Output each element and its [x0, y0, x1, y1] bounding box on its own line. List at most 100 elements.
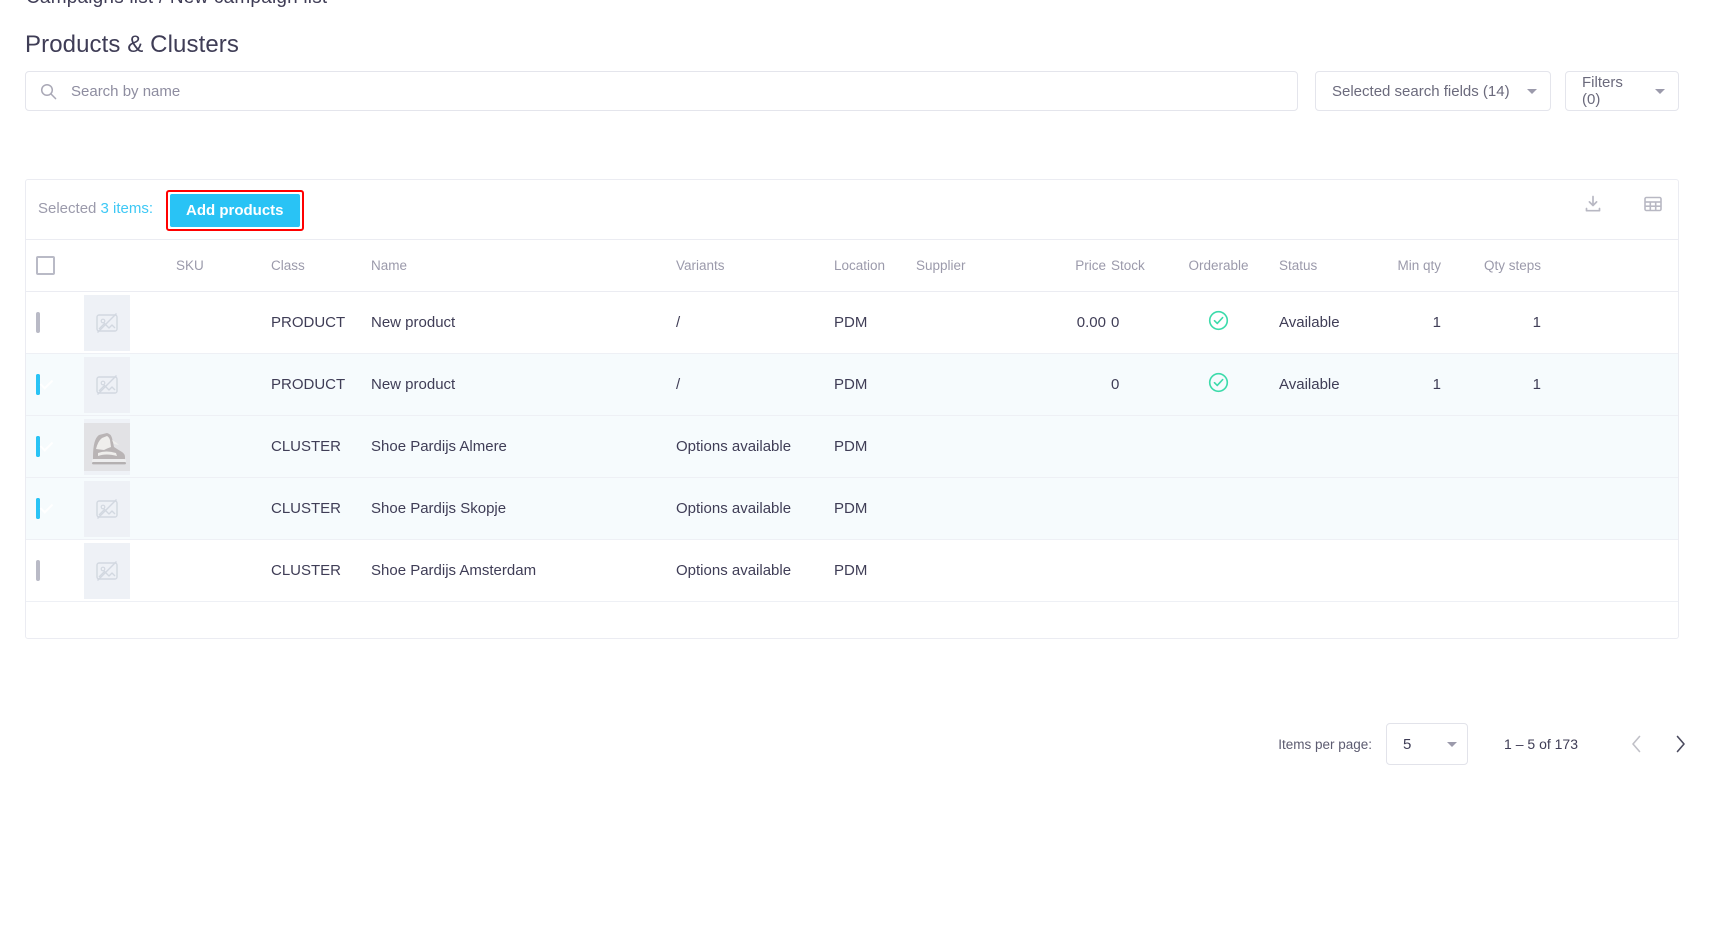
row-thumbnail-cell	[84, 540, 140, 601]
cell-status: Available	[1279, 314, 1340, 331]
next-page-button[interactable]	[1658, 722, 1702, 766]
row-checkbox-cell	[36, 416, 80, 477]
cell-min-qty: 1	[1432, 314, 1441, 331]
row-select-checkbox[interactable]	[36, 436, 40, 457]
content-sheet: Products & Clusters Selected search fiel…	[0, 9, 1728, 926]
cell-status	[1279, 478, 1389, 539]
row-checkbox-wrap	[36, 312, 40, 333]
cell-sku	[176, 416, 266, 477]
cell-class: PRODUCT	[271, 376, 346, 393]
search-box[interactable]	[25, 71, 1298, 111]
cell-price: 0.00	[1076, 314, 1106, 331]
table-row[interactable]: PRODUCT New product / PDM 0.00 0 Available 1 1	[26, 292, 1678, 354]
row-select-checkbox[interactable]	[36, 312, 40, 333]
cell-location: PDM	[834, 438, 868, 455]
cell-status	[1279, 540, 1389, 601]
cell-stock	[1111, 540, 1171, 601]
column-header-stock[interactable]: Stock	[1111, 240, 1171, 291]
column-header-orderable[interactable]: Orderable	[1181, 240, 1256, 291]
column-header-name[interactable]: Name	[371, 240, 671, 291]
column-header-min-qty[interactable]: Min qty	[1381, 240, 1441, 291]
cell-name[interactable]: New product	[371, 292, 671, 353]
search-input[interactable]	[69, 81, 1283, 101]
selection-prefix: Selected	[38, 200, 97, 217]
column-header-price[interactable]: Price	[986, 240, 1106, 291]
row-thumbnail-cell	[84, 478, 140, 539]
cell-orderable	[1181, 292, 1256, 353]
row-thumbnail-cell	[84, 416, 140, 477]
cell-class: CLUSTER	[271, 500, 342, 517]
select-all-checkbox[interactable]	[36, 256, 55, 275]
table-row[interactable]: CLUSTER Shoe Pardijs Amsterdam Options ava…	[26, 540, 1678, 602]
cell-orderable	[1181, 354, 1256, 415]
select-all-checkbox-cell	[36, 240, 80, 291]
table-row[interactable]: CLUSTER Shoe Pardijs Almere Options availa…	[26, 416, 1678, 478]
cell-variants: /	[676, 376, 681, 393]
cell-qty-steps: 1	[1532, 376, 1541, 393]
cell-qty-steps	[1466, 478, 1541, 539]
chevron-down-icon	[1655, 88, 1665, 94]
row-checkbox-wrap	[36, 436, 40, 457]
page-title: Products & Clusters	[25, 31, 239, 58]
cell-stock: 0	[1111, 376, 1120, 393]
cell-qty-steps: 1	[1532, 314, 1541, 331]
filters-dropdown[interactable]: Filters (0)	[1565, 71, 1679, 111]
table-row[interactable]: PRODUCT New product / PDM 0 Available 1 1	[26, 354, 1678, 416]
no-image-placeholder-icon	[84, 356, 130, 413]
cell-name[interactable]: Shoe Pardijs Skopje	[371, 478, 671, 539]
cell-name[interactable]: Shoe Pardijs Amsterdam	[371, 540, 671, 601]
cell-min-qty: 1	[1432, 376, 1441, 393]
selected-search-fields-dropdown[interactable]: Selected search fields (14)	[1315, 71, 1551, 111]
selection-status: Selected 3 items:	[38, 200, 153, 217]
filters-label: Filters (0)	[1582, 74, 1623, 108]
selection-toolbar: Selected 3 items: Add products	[26, 180, 1678, 240]
breadcrumb[interactable]: Campaigns list / New campaign list	[26, 0, 327, 9]
orderable-check-icon	[1208, 310, 1229, 335]
products-clusters-page: Campaigns list / New campaign list Produ…	[0, 0, 1728, 926]
cell-name[interactable]: New product	[371, 354, 671, 415]
row-thumbnail-cell	[84, 292, 140, 353]
column-header-sku[interactable]: SKU	[176, 240, 266, 291]
column-header-qty-steps[interactable]: Qty steps	[1466, 240, 1541, 291]
table-body: PRODUCT New product / PDM 0.00 0 Available 1 1 PR…	[26, 292, 1678, 602]
cell-orderable	[1181, 478, 1256, 539]
search-icon	[40, 83, 57, 100]
no-image-placeholder-icon	[84, 294, 130, 351]
cell-name[interactable]: Shoe Pardijs Almere	[371, 416, 671, 477]
column-header-class[interactable]: Class	[271, 240, 381, 291]
add-products-button[interactable]: Add products	[170, 194, 300, 227]
cell-qty-steps	[1466, 540, 1541, 601]
items-per-page-select[interactable]: 5	[1386, 723, 1469, 765]
cell-sku	[176, 292, 266, 353]
toolbar-icons	[1582, 193, 1664, 215]
download-icon[interactable]	[1582, 193, 1604, 215]
grid-columns-icon[interactable]	[1642, 193, 1664, 215]
column-header-variants[interactable]: Variants	[676, 240, 836, 291]
products-table-card: Selected 3 items: Add products SKU Class…	[25, 179, 1679, 639]
previous-page-button[interactable]	[1614, 722, 1658, 766]
cell-min-qty	[1381, 416, 1441, 477]
cell-class: CLUSTER	[271, 562, 342, 579]
column-header-location[interactable]: Location	[834, 240, 914, 291]
orderable-check-icon	[1208, 372, 1229, 397]
cell-sku	[176, 478, 266, 539]
chevron-down-icon	[1447, 741, 1458, 747]
column-header-status[interactable]: Status	[1279, 240, 1389, 291]
cell-qty-steps	[1466, 416, 1541, 477]
cell-variants: Options available	[676, 500, 792, 517]
no-image-placeholder-icon	[84, 542, 130, 599]
cell-min-qty	[1381, 540, 1441, 601]
table-row[interactable]: CLUSTER Shoe Pardijs Skopje Options availa…	[26, 478, 1678, 540]
cell-variants: /	[676, 314, 681, 331]
row-select-checkbox[interactable]	[36, 498, 40, 519]
cell-price	[986, 540, 1106, 601]
cell-orderable	[1181, 416, 1256, 477]
row-select-checkbox[interactable]	[36, 374, 40, 395]
cell-stock	[1111, 416, 1171, 477]
cell-variants: Options available	[676, 438, 792, 455]
row-select-checkbox[interactable]	[36, 560, 40, 581]
cell-location: PDM	[834, 314, 868, 331]
cell-price	[986, 416, 1106, 477]
page-range: 1 – 5 of 173	[1504, 736, 1578, 752]
items-per-page-label: Items per page:	[1278, 736, 1373, 752]
